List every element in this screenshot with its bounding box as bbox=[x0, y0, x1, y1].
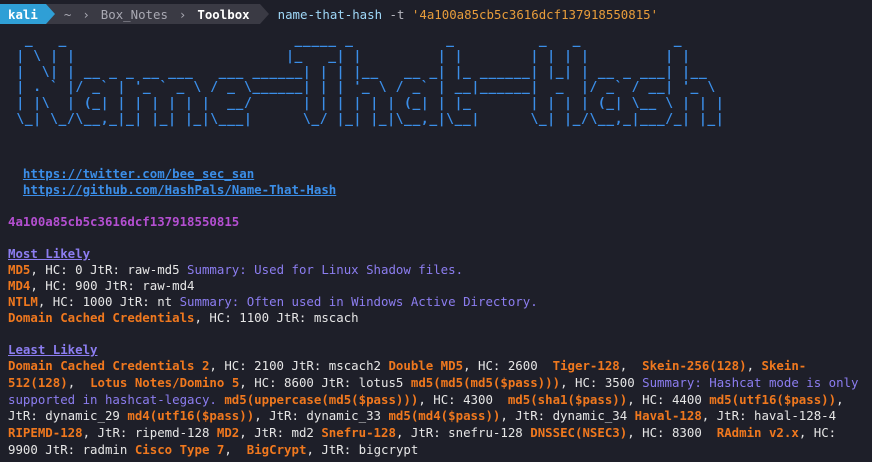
input-hash: 4a100a85cb5c3616dcf137918550815 bbox=[8, 214, 240, 229]
hash-detail: , HC: 1100 JtR: mscach bbox=[194, 310, 359, 325]
hash-detail: , HC: 2600 bbox=[463, 358, 553, 373]
hash-detail: , HC: 0 JtR: raw-md5 bbox=[30, 262, 188, 277]
list-item: NTLM, HC: 1000 JtR: nt Summary: Often us… bbox=[8, 294, 538, 310]
hash-detail: , bbox=[619, 358, 643, 373]
hash-detail: , JtR: haval-128-4 bbox=[701, 408, 844, 424]
hash-name: md5(sha1($pass)) bbox=[507, 391, 628, 407]
hash-detail: , HC: 4300 bbox=[418, 391, 508, 407]
hash-name: Skein-256(128) bbox=[642, 358, 747, 373]
hash-name: Double MD5 bbox=[388, 358, 464, 373]
list-item: MD4, HC: 900 JtR: raw-md4 bbox=[8, 278, 195, 294]
command-flag: -t bbox=[389, 6, 405, 22]
hash-name: BigCrypt bbox=[246, 441, 307, 457]
least-likely-heading: Least Likely bbox=[8, 342, 98, 357]
hash-name: md4(utf16($pass)) bbox=[127, 408, 255, 424]
least-likely-list: Domain Cached Credentials 2, HC: 2100 Jt… bbox=[8, 358, 868, 459]
hash-detail: , JtR: ripemd-128 bbox=[82, 425, 217, 441]
hash-summary: Summary: Often used in Windows Active Di… bbox=[179, 294, 538, 309]
hash-detail: , HC: 2100 JtR: mscach2 bbox=[209, 358, 389, 373]
hash-name: md5(md4($pass)) bbox=[388, 408, 501, 424]
hash-name: Domain Cached Credentials 2 bbox=[8, 358, 210, 373]
list-item: MD5, HC: 0 JtR: raw-md5 Summary: Used fo… bbox=[8, 262, 463, 278]
prompt-path-home: ~ bbox=[54, 4, 81, 24]
hash-name: Snefru-128 bbox=[321, 425, 396, 441]
hash-name: MD5 bbox=[8, 262, 31, 277]
hash-name: Haval-128 bbox=[634, 408, 702, 424]
prompt-arrow-icon bbox=[259, 4, 269, 24]
hash-name: RAdmin v2.x bbox=[716, 425, 799, 441]
command-line[interactable]: name-that-hash -t '4a100a85cb5c3616dcf13… bbox=[278, 7, 658, 22]
hash-detail: , HC: 1000 JtR: nt bbox=[37, 294, 180, 309]
command-name: name-that-hash bbox=[277, 6, 383, 22]
hash-detail: , JtR: snefru-128 bbox=[395, 425, 531, 441]
hash-detail: , JtR: dynamic_34 bbox=[500, 408, 635, 424]
hash-name: md5(md5(md5($pass))) bbox=[410, 374, 561, 390]
prompt-path-dir: Box_Notes bbox=[91, 4, 177, 24]
list-item: Domain Cached Credentials, HC: 1100 JtR:… bbox=[8, 310, 359, 326]
hash-name: DNSSEC(NSEC3) bbox=[530, 425, 628, 441]
chevron-right-icon: › bbox=[176, 4, 189, 24]
hash-detail: , HC: 4400 bbox=[627, 391, 710, 407]
hash-detail: , JtR: bigcrypt bbox=[306, 441, 419, 457]
hash-name: Tiger-128 bbox=[552, 358, 620, 373]
hash-name: MD4 bbox=[8, 278, 31, 293]
hash-name: Lotus Notes/Domino 5 bbox=[90, 374, 240, 390]
hash-name: Domain Cached Credentials bbox=[8, 310, 195, 325]
prompt-path-current: Toolbox bbox=[188, 4, 260, 24]
most-likely-heading: Most Likely bbox=[8, 246, 91, 261]
hash-detail: , HC: 900 JtR: raw-md4 bbox=[30, 278, 195, 293]
chevron-right-icon: › bbox=[80, 4, 92, 24]
hash-detail: , JtR: md2 bbox=[239, 425, 322, 441]
github-link-row: https://github.com/HashPals/Name-That-Ha… bbox=[8, 166, 336, 198]
hash-detail: , HC: 8600 JtR: lotus5 bbox=[239, 374, 411, 390]
hash-name: md5(uppercase(md5($pass))) bbox=[224, 391, 419, 407]
shell-prompt: kali ~ › Box_Notes › Toolbox name-that-h… bbox=[0, 4, 658, 24]
command-argument: '4a100a85cb5c3616dcf137918550815' bbox=[411, 6, 659, 22]
hash-name: NTLM bbox=[8, 294, 38, 309]
hash-detail: , HC: 3500 bbox=[560, 374, 643, 390]
hash-detail: , JtR: dynamic_33 bbox=[254, 408, 389, 424]
prompt-user: kali bbox=[0, 4, 46, 24]
ascii-banner: _ _ _____ _ _ _ _ _ | \ | | |_ _| | | | … bbox=[16, 33, 725, 127]
hash-name: Cisco Type 7 bbox=[134, 441, 225, 457]
hash-detail: , bbox=[746, 358, 762, 373]
hash-name: RIPEMD-128 bbox=[8, 425, 83, 441]
hash-detail: , bbox=[224, 441, 247, 457]
hash-name: md5(utf16($pass)) bbox=[709, 391, 837, 407]
hash-detail: , HC: 8300 bbox=[627, 425, 717, 441]
prompt-arrow-icon bbox=[45, 4, 55, 24]
hash-name: MD2 bbox=[216, 425, 240, 441]
github-link[interactable]: https://github.com/HashPals/Name-That-Ha… bbox=[23, 182, 336, 197]
hash-detail: , bbox=[67, 374, 91, 390]
hash-summary: Summary: Used for Linux Shadow files. bbox=[187, 262, 464, 277]
